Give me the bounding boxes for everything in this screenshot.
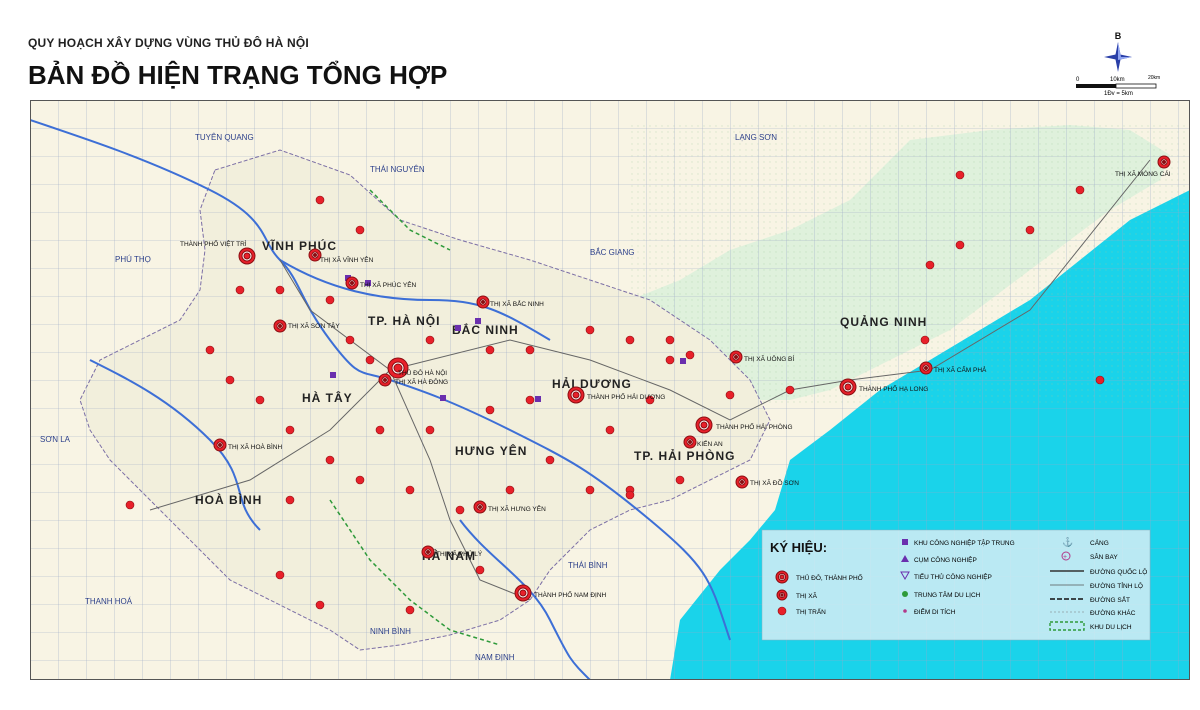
label-hoa-binh-town: THỊ XÃ HOÀ BÌNH <box>228 442 282 451</box>
label-quang-ninh: QUẢNG NINH <box>840 314 927 329</box>
scale-bar: 0 10km 20km 1Đv = 5km <box>1076 75 1160 97</box>
label-ha-tay: HÀ TÂY <box>302 390 353 405</box>
airplane-icon: + <box>1063 554 1067 561</box>
map-svg[interactable]: TUYÊN QUANG THÁI NGUYÊN LẠNG SƠN BẮC GIA… <box>30 100 1190 680</box>
legend-railway-label: ĐƯỜNG SẮT <box>1090 595 1130 604</box>
legend-town-label: THỊ XÃ <box>796 591 818 600</box>
label-bac-ninh: BẮC NINH <box>452 322 519 337</box>
scale-zero: 0 <box>1076 77 1080 83</box>
label-phu-ly: THỊ XÃ PHỦ LÝ <box>436 549 483 558</box>
legend-box: KÝ HIỆU: THỦ ĐÔ, THÀNH PHỐ THỊ XÃ THỊ TR… <box>761 529 1151 641</box>
label-hai-phong: TP. HẢI PHÒNG <box>634 448 735 463</box>
legend-tourism-center-label: TRUNG TÂM DU LỊCH <box>914 590 981 599</box>
legend-industrial-cluster-label: CỤM CÔNG NGHIỆP <box>914 555 977 564</box>
label-thanh-hoa: THANH HOÁ <box>85 597 133 606</box>
label-ninh-binh: NINH BÌNH <box>370 627 411 636</box>
legend-industrial-zone: KHU CÔNG NGHIỆP TẬP TRUNG <box>902 538 1015 547</box>
legend-airport-label: SÂN BAY <box>1090 552 1118 561</box>
label-son-la: SƠN LA <box>40 435 71 444</box>
scale-note: 1Đv = 5km <box>1104 91 1133 97</box>
legend-small-industry-label: TIỂU THỦ CÔNG NGHIỆP <box>914 572 992 581</box>
label-thai-nguyen: THÁI NGUYÊN <box>370 165 425 174</box>
legend-provincial-road-label: ĐƯỜNG TỈNH LỘ <box>1090 581 1143 590</box>
label-thu-do: THỦ ĐÔ HÀ NỘI <box>398 368 447 377</box>
label-vinh-phuc: VĨNH PHÚC <box>262 238 337 253</box>
legend-tourism-center: TRUNG TÂM DU LỊCH <box>902 590 981 599</box>
label-bac-ninh-town: THỊ XÃ BẮC NINH <box>490 299 544 308</box>
legend-port-label: CẢNG <box>1090 538 1109 547</box>
label-vinh-yen: THỊ XÃ VĨNH YÊN <box>320 255 374 264</box>
north-compass-icon: B <box>1104 31 1132 72</box>
label-nam-dinh: NAM ĐỊNH <box>475 653 515 662</box>
legend-industrial-zone-label: KHU CÔNG NGHIỆP TẬP TRUNG <box>914 538 1015 547</box>
label-thai-binh: THÁI BÌNH <box>568 561 608 570</box>
map-title: BẢN ĐỒ HIỆN TRẠNG TỔNG HỢP <box>28 60 448 90</box>
legend-small-industry: TIỂU THỦ CÔNG NGHIỆP <box>900 571 992 581</box>
anchor-icon: ⚓ <box>1062 536 1073 547</box>
compass-north-label: B <box>1115 31 1122 41</box>
label-hai-duong: HẢI DƯƠNG <box>552 376 632 391</box>
label-phuc-yen: THỊ XÃ PHÚC YÊN <box>360 280 417 289</box>
label-phu-tho: PHÚ THỌ <box>115 255 151 264</box>
label-bac-giang: BẮC GIANG <box>590 248 634 257</box>
label-mong-cai: THỊ XÃ MÓNG CÁI <box>1115 169 1171 178</box>
label-uong-bi: THỊ XÃ UÔNG BÍ <box>744 354 794 363</box>
label-ha-noi: TP. HÀ NỘI <box>368 313 440 328</box>
label-lang-son: LẠNG SƠN <box>735 133 777 142</box>
legend-relic-label: ĐIỂM DI TÍCH <box>914 607 956 616</box>
legend-title: KÝ HIỆU: <box>770 540 827 555</box>
map-subtitle: QUY HOẠCH XÂY DỰNG VÙNG THỦ ĐÔ HÀ NỘI <box>28 36 309 50</box>
legend-other-road-label: ĐƯỜNG KHÁC <box>1090 608 1136 617</box>
label-hoa-binh: HOÀ BÌNH <box>195 492 262 507</box>
scale-mid: 10km <box>1110 77 1125 83</box>
label-cam-pha: THỊ XÃ CẨM PHẢ <box>934 365 987 374</box>
legend-tourism-zone-label: KHU DU LỊCH <box>1090 624 1132 631</box>
label-ha-dong: THỊ XÃ HÀ ĐÔNG <box>395 377 448 386</box>
scale-end: 20km <box>1148 75 1160 81</box>
label-hung-yen-town: THỊ XÃ HƯNG YÊN <box>488 504 546 513</box>
map-area[interactable]: TUYÊN QUANG THÁI NGUYÊN LẠNG SƠN BẮC GIA… <box>30 100 1190 680</box>
label-son-tay: THỊ XÃ SƠN TÂY <box>288 321 340 330</box>
label-tuyen-quang: TUYÊN QUANG <box>195 133 254 142</box>
label-hung-yen: HƯNG YÊN <box>455 443 527 458</box>
